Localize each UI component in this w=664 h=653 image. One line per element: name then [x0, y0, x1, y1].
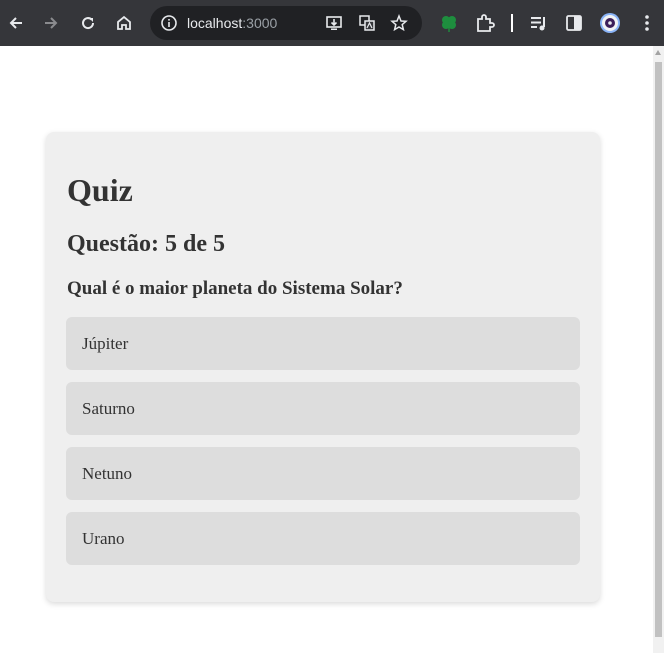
scroll-up-arrow-icon[interactable]: [655, 50, 661, 55]
address-bar[interactable]: localhost:3000: [150, 6, 422, 40]
answer-label: Urano: [82, 529, 125, 548]
extensions-button[interactable]: [474, 12, 496, 34]
vertical-scrollbar[interactable]: [653, 46, 664, 653]
answer-option[interactable]: Saturno: [66, 382, 580, 435]
profile-avatar-icon: [600, 13, 620, 33]
page-viewport: Quiz Questão: 5 de 5 Qual é o maior plan…: [0, 46, 653, 653]
question-counter: Questão: 5 de 5: [67, 231, 225, 257]
url-host: localhost: [187, 15, 243, 31]
answer-option[interactable]: Netuno: [66, 447, 580, 500]
forward-icon: [45, 17, 58, 29]
answer-label: Júpiter: [82, 334, 129, 353]
home-button[interactable]: [110, 9, 138, 37]
back-button[interactable]: [2, 9, 30, 37]
bookmark-star-icon: [390, 14, 408, 32]
bookmark-button[interactable]: [389, 13, 409, 33]
reload-icon: [82, 17, 95, 30]
browser-menu-button[interactable]: [636, 12, 658, 34]
answer-option[interactable]: Urano: [66, 512, 580, 565]
translate-button[interactable]: [357, 13, 377, 33]
url-text[interactable]: localhost:3000: [187, 14, 277, 32]
home-icon: [117, 15, 131, 30]
install-app-button[interactable]: [324, 13, 344, 33]
site-info-icon[interactable]: [160, 14, 178, 32]
extension-clover-icon: [442, 16, 456, 32]
side-panel-button[interactable]: [563, 12, 585, 34]
reload-button[interactable]: [74, 9, 102, 37]
question-text: Qual é o maior planeta do Sistema Solar?: [67, 278, 403, 299]
install-app-icon: [326, 16, 342, 30]
toolbar-divider: [511, 14, 513, 32]
media-controls-button[interactable]: [528, 12, 550, 34]
answer-label: Saturno: [82, 399, 135, 418]
side-panel-icon: [566, 15, 582, 31]
forward-button[interactable]: [37, 9, 65, 37]
translate-icon: [359, 15, 375, 31]
answer-option[interactable]: Júpiter: [66, 317, 580, 370]
url-port: :3000: [242, 15, 278, 31]
browser-toolbar: localhost:3000: [0, 0, 664, 46]
answer-label: Netuno: [82, 464, 133, 483]
extension-clover-button[interactable]: [438, 12, 460, 34]
profile-button[interactable]: [599, 12, 621, 34]
extensions-puzzle-icon: [477, 14, 495, 32]
scrollbar-thumb[interactable]: [655, 62, 662, 637]
menu-dots-icon: [645, 15, 649, 31]
back-icon: [9, 17, 22, 29]
media-controls-icon: [531, 17, 545, 31]
quiz-title: Quiz: [67, 172, 133, 208]
quiz-card: Quiz Questão: 5 de 5 Qual é o maior plan…: [46, 132, 600, 602]
